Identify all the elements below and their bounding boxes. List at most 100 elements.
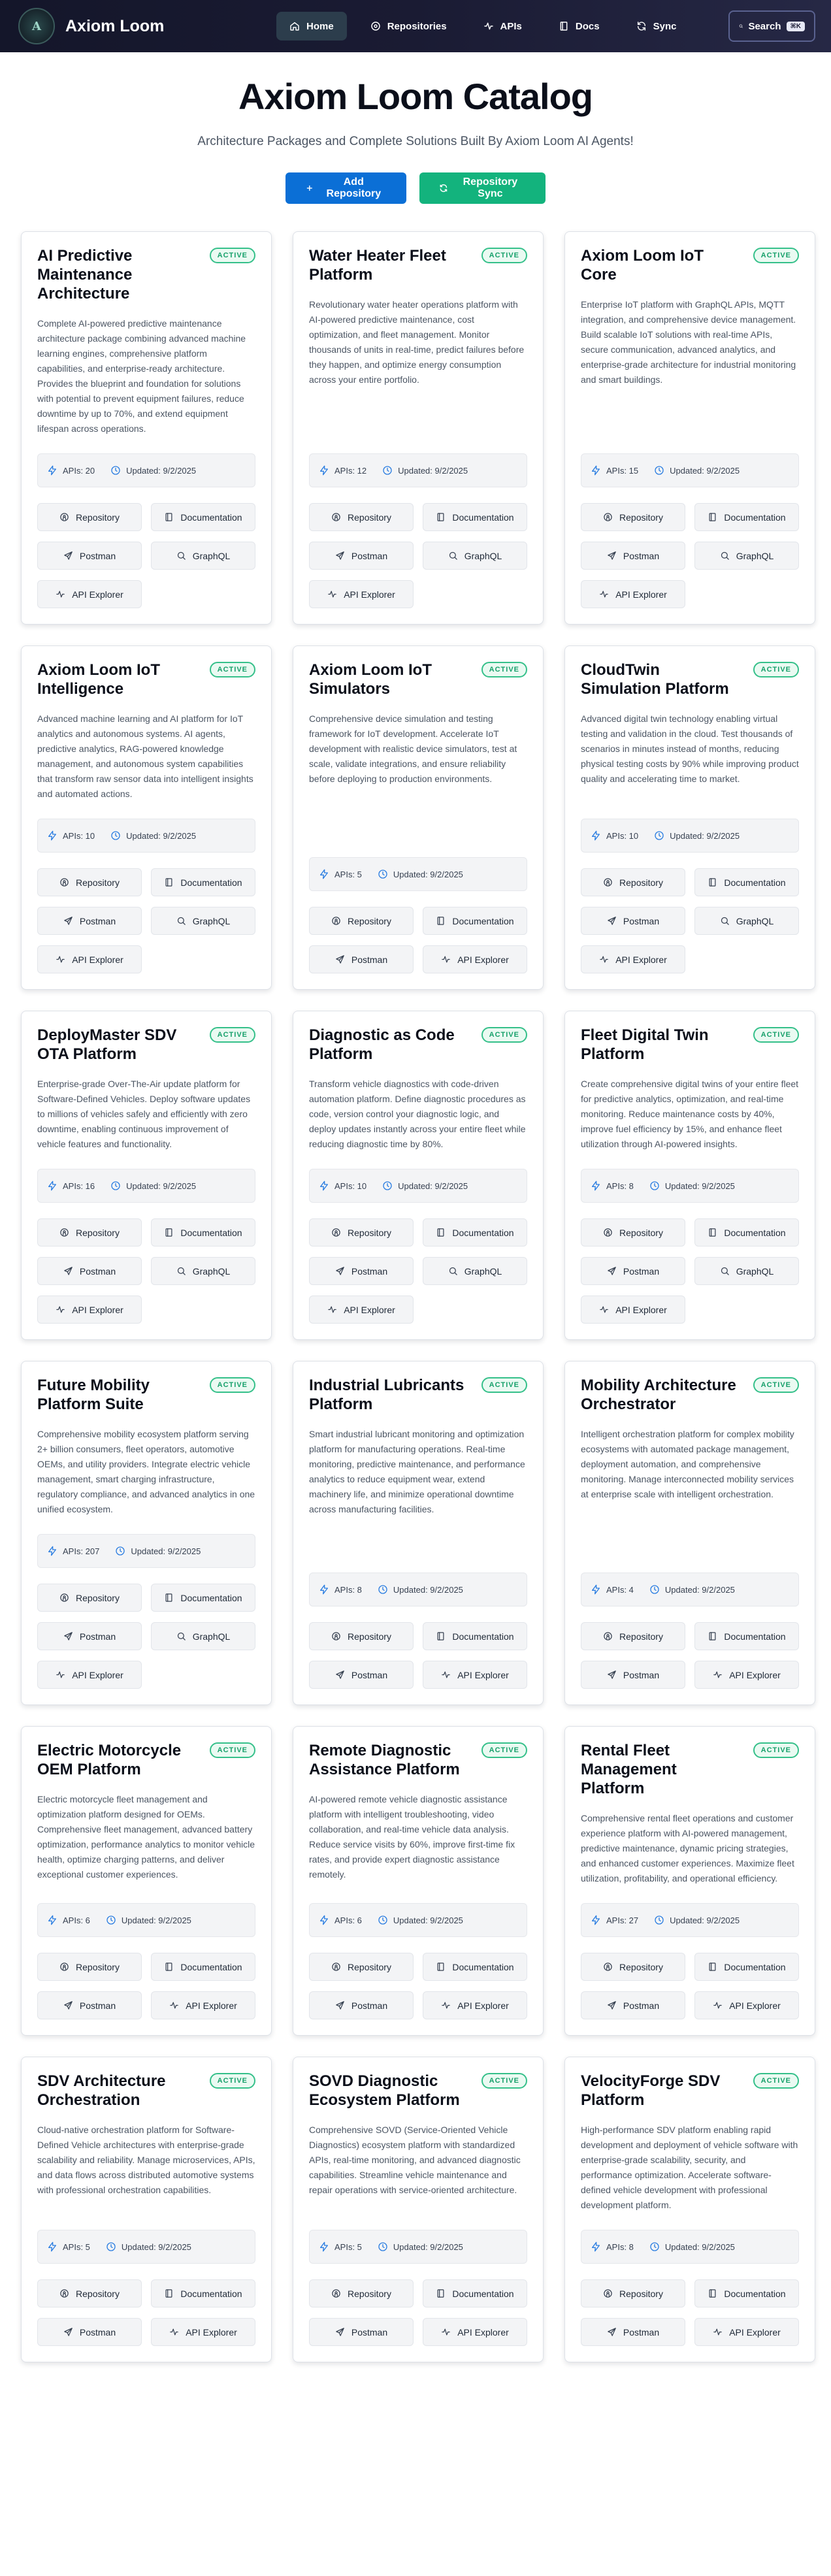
documentation-button[interactable]: Documentation xyxy=(423,907,527,935)
graphql-button[interactable]: GraphQL xyxy=(151,542,255,570)
repository-button[interactable]: Repository xyxy=(37,868,142,896)
repository-card[interactable]: Electric Motorcycle OEM Platform ACTIVE El… xyxy=(21,1726,272,2036)
api-explorer-button[interactable]: API Explorer xyxy=(581,580,685,608)
graphql-button[interactable]: GraphQL xyxy=(151,907,255,935)
postman-button[interactable]: Postman xyxy=(37,1257,142,1285)
nav-apis[interactable]: APIs xyxy=(470,12,535,41)
brand[interactable]: A Axiom Loom xyxy=(18,8,164,44)
nav-docs[interactable]: Docs xyxy=(546,12,613,41)
nav-repositories[interactable]: Repositories xyxy=(357,12,460,41)
repository-button[interactable]: Repository xyxy=(581,868,685,896)
repository-card[interactable]: Rental Fleet Management Platform ACTIVE Co… xyxy=(564,1726,815,2036)
postman-button[interactable]: Postman xyxy=(581,1661,685,1689)
repository-card[interactable]: Mobility Architecture Orchestrator ACTIVE… xyxy=(564,1361,815,1705)
api-explorer-button[interactable]: API Explorer xyxy=(423,1991,527,2019)
documentation-button[interactable]: Documentation xyxy=(694,503,799,531)
api-explorer-button[interactable]: API Explorer xyxy=(309,1296,414,1324)
postman-button[interactable]: Postman xyxy=(309,542,414,570)
api-explorer-button[interactable]: API Explorer xyxy=(151,2318,255,2346)
repository-button[interactable]: Repository xyxy=(37,503,142,531)
api-explorer-button[interactable]: API Explorer xyxy=(694,2318,799,2346)
postman-button[interactable]: Postman xyxy=(37,2318,142,2346)
repository-button[interactable]: Repository xyxy=(37,1584,142,1612)
repository-button[interactable]: Repository xyxy=(309,503,414,531)
repository-button[interactable]: Repository xyxy=(581,1218,685,1247)
documentation-button[interactable]: Documentation xyxy=(151,1953,255,1981)
repository-button[interactable]: Repository xyxy=(309,1218,414,1247)
api-explorer-button[interactable]: API Explorer xyxy=(151,1991,255,2019)
repository-button[interactable]: Repository xyxy=(37,1953,142,1981)
api-explorer-button[interactable]: API Explorer xyxy=(423,1661,527,1689)
postman-button[interactable]: Postman xyxy=(581,1991,685,2019)
repository-card[interactable]: VelocityForge SDV Platform ACTIVE High-per… xyxy=(564,2057,815,2362)
repository-card[interactable]: Remote Diagnostic Assistance Platform ACT… xyxy=(293,1726,544,2036)
documentation-button[interactable]: Documentation xyxy=(151,2279,255,2307)
repository-button[interactable]: Repository xyxy=(581,2279,685,2307)
repository-card[interactable]: Diagnostic as Code Platform ACTIVE Transfo… xyxy=(293,1011,544,1340)
repository-card[interactable]: SOVD Diagnostic Ecosystem Platform ACTIVE… xyxy=(293,2057,544,2362)
postman-button[interactable]: Postman xyxy=(581,542,685,570)
api-explorer-button[interactable]: API Explorer xyxy=(37,1296,142,1324)
graphql-button[interactable]: GraphQL xyxy=(694,542,799,570)
graphql-button[interactable]: GraphQL xyxy=(694,907,799,935)
documentation-button[interactable]: Documentation xyxy=(423,503,527,531)
repository-button[interactable]: Repository xyxy=(309,1953,414,1981)
repository-card[interactable]: Axiom Loom IoT Simulators ACTIVE Comprehen… xyxy=(293,645,544,990)
documentation-button[interactable]: Documentation xyxy=(423,2279,527,2307)
repository-card[interactable]: Industrial Lubricants Platform ACTIVE Smar… xyxy=(293,1361,544,1705)
graphql-button[interactable]: GraphQL xyxy=(423,1257,527,1285)
api-explorer-button[interactable]: API Explorer xyxy=(423,945,527,973)
nav-sync[interactable]: Sync xyxy=(623,12,690,41)
search-button[interactable]: Search ⌘K xyxy=(728,10,815,42)
postman-button[interactable]: Postman xyxy=(581,907,685,935)
repository-card[interactable]: AI Predictive Maintenance Architecture AC… xyxy=(21,231,272,625)
repository-card[interactable]: Fleet Digital Twin Platform ACTIVE Create … xyxy=(564,1011,815,1340)
documentation-button[interactable]: Documentation xyxy=(423,1218,527,1247)
repository-button[interactable]: Repository xyxy=(581,503,685,531)
documentation-button[interactable]: Documentation xyxy=(151,503,255,531)
graphql-button[interactable]: GraphQL xyxy=(423,542,527,570)
graphql-button[interactable]: GraphQL xyxy=(694,1257,799,1285)
postman-button[interactable]: Postman xyxy=(309,1257,414,1285)
repository-button[interactable]: Repository xyxy=(309,2279,414,2307)
api-explorer-button[interactable]: API Explorer xyxy=(37,1661,142,1689)
api-explorer-button[interactable]: API Explorer xyxy=(694,1991,799,2019)
repository-card[interactable]: CloudTwin Simulation Platform ACTIVE Advan… xyxy=(564,645,815,990)
repository-card[interactable]: Axiom Loom IoT Core ACTIVE Enterprise IoT … xyxy=(564,231,815,625)
postman-button[interactable]: Postman xyxy=(309,945,414,973)
repository-card[interactable]: Axiom Loom IoT Intelligence ACTIVE Advance… xyxy=(21,645,272,990)
repository-button[interactable]: Repository xyxy=(581,1953,685,1981)
postman-button[interactable]: Postman xyxy=(37,1622,142,1650)
api-explorer-button[interactable]: API Explorer xyxy=(581,1296,685,1324)
documentation-button[interactable]: Documentation xyxy=(151,1218,255,1247)
api-explorer-button[interactable]: API Explorer xyxy=(581,945,685,973)
documentation-button[interactable]: Documentation xyxy=(694,2279,799,2307)
postman-button[interactable]: Postman xyxy=(37,542,142,570)
api-explorer-button[interactable]: API Explorer xyxy=(37,945,142,973)
graphql-button[interactable]: GraphQL xyxy=(151,1622,255,1650)
api-explorer-button[interactable]: API Explorer xyxy=(694,1661,799,1689)
documentation-button[interactable]: Documentation xyxy=(151,868,255,896)
repository-card[interactable]: SDV Architecture Orchestration ACTIVE Clou… xyxy=(21,2057,272,2362)
api-explorer-button[interactable]: API Explorer xyxy=(37,580,142,608)
documentation-button[interactable]: Documentation xyxy=(694,1218,799,1247)
documentation-button[interactable]: Documentation xyxy=(694,868,799,896)
api-explorer-button[interactable]: API Explorer xyxy=(309,580,414,608)
postman-button[interactable]: Postman xyxy=(309,2318,414,2346)
postman-button[interactable]: Postman xyxy=(581,2318,685,2346)
postman-button[interactable]: Postman xyxy=(309,1991,414,2019)
repository-button[interactable]: Repository xyxy=(309,1622,414,1650)
documentation-button[interactable]: Documentation xyxy=(151,1584,255,1612)
documentation-button[interactable]: Documentation xyxy=(423,1953,527,1981)
postman-button[interactable]: Postman xyxy=(37,1991,142,2019)
api-explorer-button[interactable]: API Explorer xyxy=(423,2318,527,2346)
repository-button[interactable]: Repository xyxy=(309,907,414,935)
repository-button[interactable]: Repository xyxy=(37,1218,142,1247)
repository-card[interactable]: Future Mobility Platform Suite ACTIVE Comp… xyxy=(21,1361,272,1705)
documentation-button[interactable]: Documentation xyxy=(694,1622,799,1650)
postman-button[interactable]: Postman xyxy=(309,1661,414,1689)
repository-card[interactable]: Water Heater Fleet Platform ACTIVE Revolut… xyxy=(293,231,544,625)
documentation-button[interactable]: Documentation xyxy=(423,1622,527,1650)
postman-button[interactable]: Postman xyxy=(37,907,142,935)
repository-button[interactable]: Repository xyxy=(581,1622,685,1650)
